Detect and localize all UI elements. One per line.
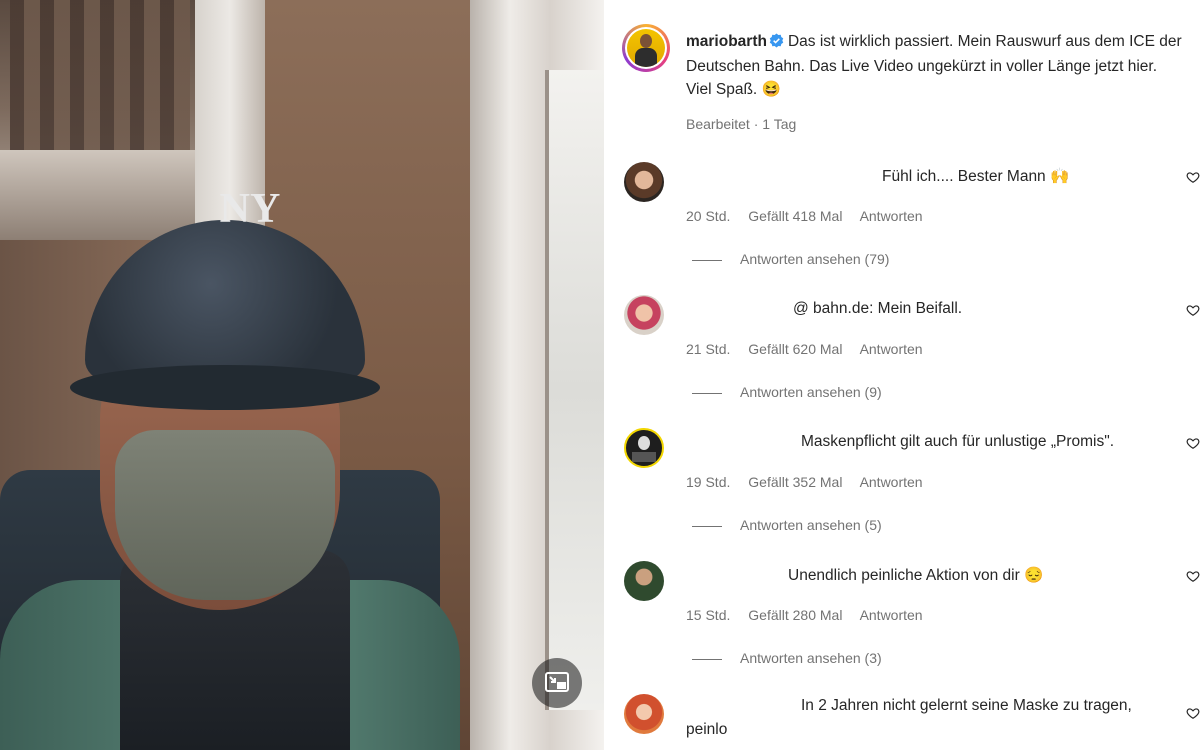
- replies-divider: [692, 658, 722, 660]
- verified-badge-icon: [769, 32, 784, 55]
- comment-text: In 2 Jahren nicht gelernt seine Maske zu…: [686, 694, 1186, 742]
- comment-likes[interactable]: Gefällt 280 Mal: [748, 607, 842, 623]
- replies-divider: [692, 392, 722, 394]
- comment-likes[interactable]: Gefällt 620 Mal: [748, 341, 842, 357]
- comment-meta: 15 Std. Gefällt 280 Mal Antworten: [686, 607, 937, 623]
- replies-divider: [692, 525, 722, 527]
- comment-item: @ bahn.de: Mein Beifall. 21 Std. Gefällt…: [604, 295, 1200, 415]
- comment-time: 20 Std.: [686, 208, 731, 224]
- comment-time: 19 Std.: [686, 474, 731, 490]
- heart-icon[interactable]: [1186, 303, 1200, 317]
- commenter-avatar[interactable]: [624, 295, 664, 335]
- view-replies-button[interactable]: Antworten ansehen (5): [692, 517, 882, 533]
- commenter-avatar[interactable]: [624, 428, 664, 468]
- comment-text-line1: In 2 Jahren nicht gelernt seine Maske zu…: [801, 697, 1132, 714]
- view-replies-label: Antworten ansehen (3): [740, 650, 882, 666]
- caption-meta: Bearbeitet · 1 Tag: [686, 116, 796, 132]
- cap-logo: NY: [219, 186, 281, 232]
- person-in-video: NY: [0, 186, 460, 750]
- reply-button[interactable]: Antworten: [860, 208, 923, 224]
- cap-brim: [70, 365, 380, 410]
- heart-icon[interactable]: [1186, 436, 1200, 450]
- edited-label: Bearbeitet: [686, 116, 750, 132]
- comment-text: @ bahn.de: Mein Beifall.: [793, 300, 963, 317]
- video-player[interactable]: NY: [0, 0, 604, 750]
- reply-button[interactable]: Antworten: [860, 607, 923, 623]
- comments-panel: mariobarth Das ist wirklich passiert. Mei…: [604, 0, 1200, 750]
- heart-icon[interactable]: [1186, 170, 1200, 184]
- picture-in-picture-button[interactable]: [532, 658, 582, 708]
- comment-item: Maskenpflicht gilt auch für unlustige „P…: [604, 428, 1200, 548]
- commenter-avatar[interactable]: [624, 561, 664, 601]
- view-replies-button[interactable]: Antworten ansehen (9): [692, 384, 882, 400]
- comment-text: Unendlich peinliche Aktion von dir 😔: [788, 567, 1044, 584]
- view-replies-label: Antworten ansehen (9): [740, 384, 882, 400]
- view-replies-label: Antworten ansehen (79): [740, 251, 890, 267]
- comment-text-line2: peinlo: [686, 721, 728, 738]
- comment-text: Maskenpflicht gilt auch für unlustige „P…: [801, 433, 1115, 450]
- comment-time: 21 Std.: [686, 341, 731, 357]
- comment-meta: 21 Std. Gefällt 620 Mal Antworten: [686, 341, 937, 357]
- comment-likes[interactable]: Gefällt 352 Mal: [748, 474, 842, 490]
- meta-separator: ·: [753, 116, 759, 132]
- commenter-avatar[interactable]: [624, 162, 664, 202]
- picture-in-picture-icon: [545, 672, 569, 692]
- author-avatar[interactable]: [622, 24, 670, 72]
- comment-likes[interactable]: Gefällt 418 Mal: [748, 208, 842, 224]
- comment-meta: 19 Std. Gefällt 352 Mal Antworten: [686, 474, 937, 490]
- ceiling-light: [0, 150, 210, 240]
- comment-meta: 20 Std. Gefällt 418 Mal Antworten: [686, 208, 937, 224]
- comment-item: Unendlich peinliche Aktion von dir 😔 15 …: [604, 561, 1200, 681]
- comment-text: Fühl ich.... Bester Mann 🙌: [882, 168, 1070, 185]
- replies-divider: [692, 259, 722, 261]
- reply-button[interactable]: Antworten: [860, 474, 923, 490]
- post-caption: mariobarth Das ist wirklich passiert. Mei…: [686, 30, 1186, 101]
- comment-item: Fühl ich.... Bester Mann 🙌 20 Std. Gefäl…: [604, 162, 1200, 282]
- view-replies-label: Antworten ansehen (5): [740, 517, 882, 533]
- view-replies-button[interactable]: Antworten ansehen (3): [692, 650, 882, 666]
- ceiling-vent: [10, 0, 190, 150]
- heart-icon[interactable]: [1186, 706, 1200, 720]
- view-replies-button[interactable]: Antworten ansehen (79): [692, 251, 889, 267]
- reply-button[interactable]: Antworten: [860, 341, 923, 357]
- heart-icon[interactable]: [1186, 569, 1200, 583]
- post-time: 1 Tag: [762, 116, 797, 132]
- comment-time: 15 Std.: [686, 607, 731, 623]
- author-username[interactable]: mariobarth: [686, 33, 767, 50]
- commenter-avatar[interactable]: [624, 694, 664, 734]
- face-mask: [115, 430, 335, 600]
- train-window: [545, 70, 604, 710]
